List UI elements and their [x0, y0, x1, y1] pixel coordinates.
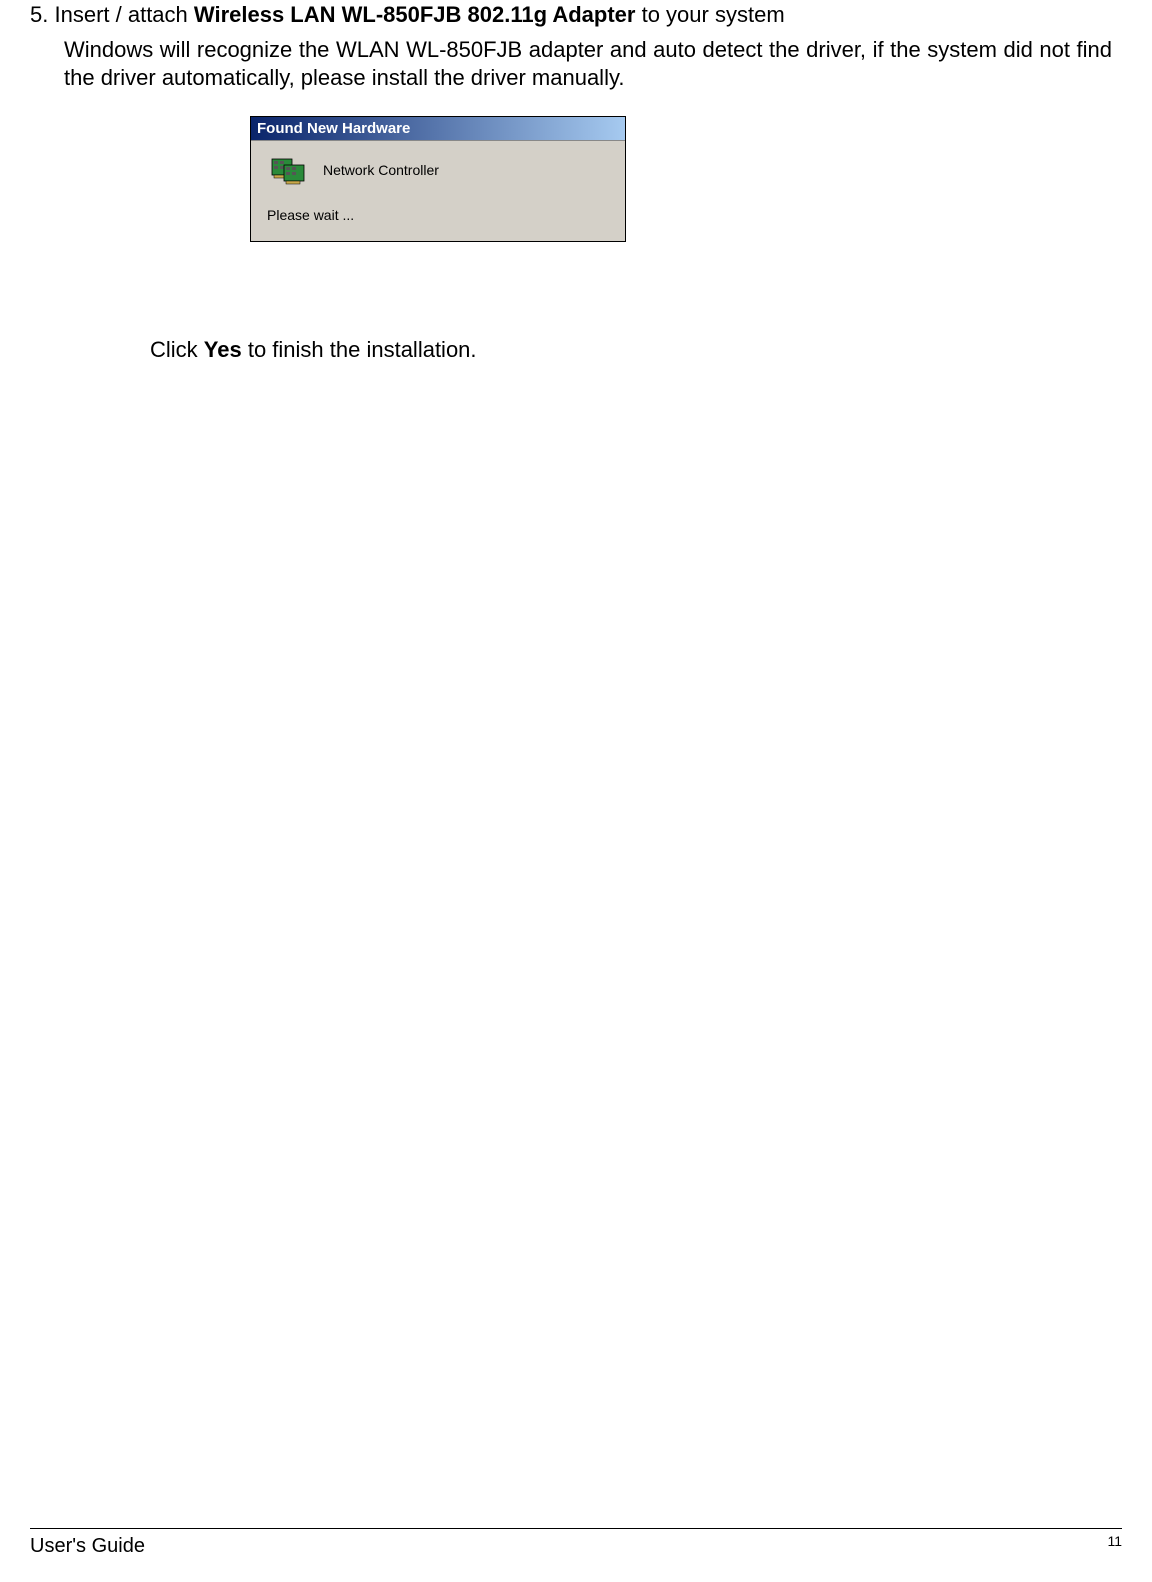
instruction-bold: Yes — [204, 337, 242, 362]
step-prefix: Insert / attach — [54, 2, 193, 27]
device-row: Network Controller — [271, 155, 611, 185]
page-number: 11 — [1107, 1533, 1122, 1549]
page-footer: User's Guide 11 — [30, 1528, 1122, 1558]
hardware-card-icon — [271, 155, 305, 185]
footer-rule — [30, 1528, 1122, 1529]
device-label: Network Controller — [323, 162, 439, 178]
body-paragraph: Windows will recognize the WLAN WL-850FJ… — [64, 36, 1112, 91]
dialog-screenshot: Found New Hardware — [250, 116, 1122, 242]
step-number: 5. — [30, 2, 48, 27]
dialog-title: Found New Hardware — [257, 120, 410, 137]
instruction-suffix: to finish the installation. — [242, 337, 477, 362]
dialog-body: Network Controller Please wait ... — [251, 141, 625, 241]
click-yes-instruction: Click Yes to finish the installation. — [150, 337, 1122, 363]
footer-guide-label: User's Guide — [30, 1535, 145, 1558]
instruction-prefix: Click — [150, 337, 204, 362]
found-new-hardware-dialog: Found New Hardware — [250, 116, 626, 242]
step-heading: 5. Insert / attach Wireless LAN WL-850FJ… — [30, 2, 1122, 28]
dialog-titlebar: Found New Hardware — [251, 117, 625, 141]
product-name: Wireless LAN WL-850FJB 802.11g Adapter — [194, 2, 636, 27]
step-suffix: to your system — [635, 2, 784, 27]
please-wait-text: Please wait ... — [267, 207, 611, 223]
